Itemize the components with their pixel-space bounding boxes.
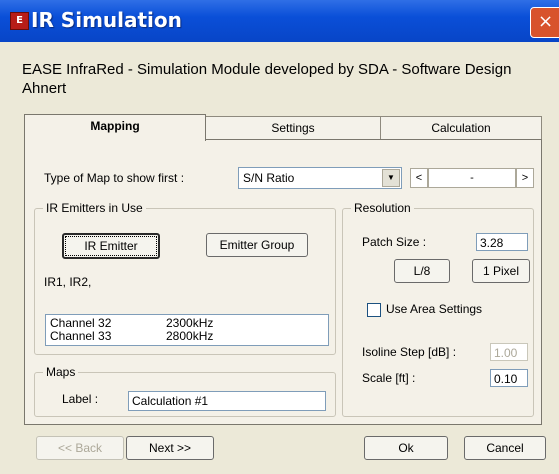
patch-size-label: Patch Size : — [362, 235, 427, 249]
chevron-down-icon[interactable]: ▼ — [382, 169, 400, 187]
close-button[interactable]: × — [530, 7, 559, 38]
map-type-label: Type of Map to show first : — [44, 171, 185, 185]
spin-right-button[interactable]: > — [516, 168, 534, 188]
map-type-value: S/N Ratio — [243, 171, 295, 185]
isoline-step-input[interactable]: 1.00 — [490, 343, 528, 361]
window-title: IR Simulation — [31, 8, 182, 32]
resolution-group-title: Resolution — [351, 201, 414, 215]
ease-logo-icon: E — [10, 12, 29, 30]
spin-value: - — [428, 168, 516, 188]
emitter-group-button[interactable]: Emitter Group — [206, 233, 308, 257]
ir-emitter-button[interactable]: IR Emitter — [62, 233, 160, 259]
channel-list[interactable]: Channel 32 2300kHz Channel 33 2800kHz — [45, 314, 329, 346]
back-button[interactable]: << Back — [36, 436, 124, 460]
map-label-caption: Label : — [62, 392, 99, 406]
scale-label: Scale [ft] : — [362, 371, 416, 385]
patch-size-input[interactable]: 3.28 — [476, 233, 528, 251]
l8-button[interactable]: L/8 — [394, 259, 450, 283]
maps-group-title: Maps — [43, 365, 79, 379]
emitters-in-use-text: IR1, IR2, — [44, 275, 92, 289]
isoline-step-label: Isoline Step [dB] : — [362, 345, 457, 359]
cancel-button[interactable]: Cancel — [464, 436, 546, 460]
next-button[interactable]: Next >> — [126, 436, 214, 460]
description-text: EASE InfraRed - Simulation Module develo… — [22, 61, 512, 97]
use-area-label: Use Area Settings — [386, 302, 483, 316]
use-area-checkbox[interactable] — [367, 303, 381, 317]
map-type-select[interactable]: S/N Ratio ▼ — [238, 167, 402, 189]
spin-left-button[interactable]: < — [410, 168, 428, 188]
map-label-input[interactable]: Calculation #1 — [128, 391, 326, 411]
tab-mapping[interactable]: Mapping — [24, 114, 206, 141]
scale-input[interactable]: 0.10 — [490, 369, 528, 387]
one-pixel-button[interactable]: 1 Pixel — [472, 259, 530, 283]
ok-button[interactable]: Ok — [364, 436, 448, 460]
tab-settings[interactable]: Settings — [204, 116, 382, 139]
ir-emitters-group-title: IR Emitters in Use — [43, 201, 146, 215]
tab-calculation[interactable]: Calculation — [380, 116, 542, 139]
